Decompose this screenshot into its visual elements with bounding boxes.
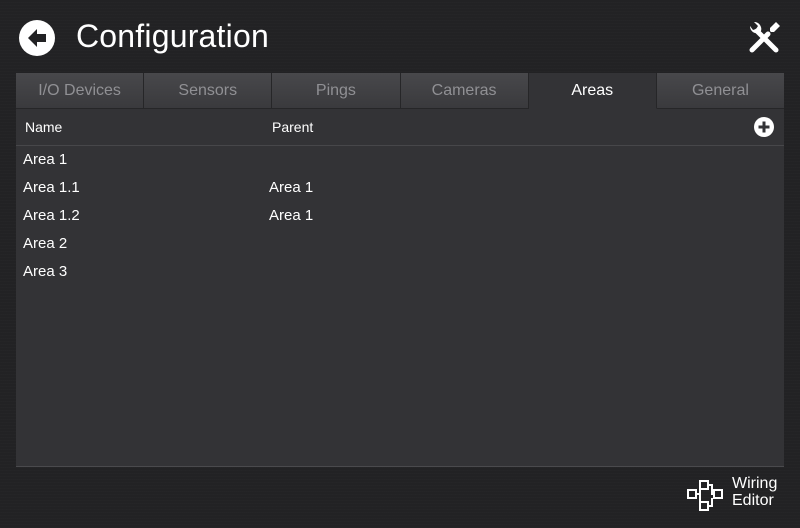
tab-cameras[interactable]: Cameras	[400, 73, 529, 109]
row-parent: Area 1	[269, 207, 314, 224]
row-name: Area 1.1	[23, 179, 80, 196]
column-header-parent[interactable]: Parent	[272, 119, 313, 135]
tab-io-devices[interactable]: I/O Devices	[16, 73, 145, 109]
tab-bar: I/O Devices Sensors Pings Cameras Areas …	[16, 73, 785, 109]
wiring-editor-button[interactable]: Wiring Editor	[686, 476, 780, 514]
table-row[interactable]: Area 2	[16, 230, 784, 258]
page-title: Configuration	[76, 18, 269, 54]
table-row[interactable]: Area 1.2 Area 1	[16, 202, 784, 230]
area-list: Area 1 Area 1.1 Area 1 Area 1.2 Area 1 A…	[16, 146, 784, 286]
table-row[interactable]: Area 1	[16, 146, 784, 174]
row-name: Area 1	[23, 151, 68, 168]
tab-general[interactable]: General	[656, 73, 785, 109]
back-button[interactable]	[19, 20, 55, 56]
tools-button[interactable]	[746, 18, 784, 56]
table-row[interactable]: Area 3	[16, 258, 784, 286]
wrench-screwdriver-icon	[749, 21, 780, 53]
row-name: Area 2	[23, 235, 68, 252]
back-arrow-icon	[28, 29, 46, 47]
row-name: Area 1.2	[23, 207, 80, 224]
wiring-label-line2: Editor	[732, 492, 774, 509]
add-area-button[interactable]	[754, 117, 774, 137]
header: Configuration	[0, 0, 800, 72]
tab-areas[interactable]: Areas	[528, 73, 657, 109]
column-header-name[interactable]: Name	[25, 119, 62, 135]
row-parent: Area 1	[269, 179, 314, 196]
tab-pings[interactable]: Pings	[272, 73, 401, 109]
wiring-label-line1: Wiring	[732, 475, 778, 492]
wiring-diagram-icon	[687, 480, 723, 511]
row-name: Area 3	[23, 263, 68, 280]
tab-sensors[interactable]: Sensors	[144, 73, 273, 109]
table-row[interactable]: Area 1.1 Area 1	[16, 174, 784, 202]
plus-circle-icon	[754, 117, 774, 137]
config-panel: I/O Devices Sensors Pings Cameras Areas …	[16, 73, 785, 467]
table-header: Name Parent	[16, 109, 784, 146]
configuration-screen: Configuration I/O Devices Sensors Pings …	[0, 0, 800, 528]
